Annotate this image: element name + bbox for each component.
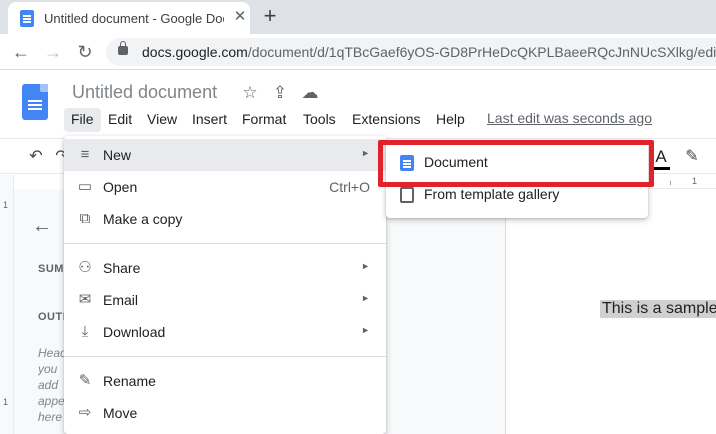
menu-item-label: Open: [103, 179, 138, 195]
menu-item-label: Make a copy: [103, 211, 183, 227]
move-icon: ⇨: [78, 404, 92, 421]
ruler-number: 1: [692, 176, 698, 186]
file-menu: ≡ New ► ▭ Open Ctrl+O ⧉ Make a copy ⚇ Sh…: [64, 136, 386, 434]
star-icon[interactable]: ☆: [240, 83, 260, 103]
menu-item-label: Share: [103, 260, 141, 276]
menu-extensions[interactable]: Extensions: [345, 108, 427, 132]
url-path: /document/d/1qTBcGaef6yOS-GD8PrHeDcQKPLB…: [247, 44, 716, 60]
template-gallery-icon: [400, 187, 414, 203]
file-menu-item-rename[interactable]: ✎ Rename: [64, 365, 386, 397]
menu-item-label: Download: [103, 324, 166, 340]
file-menu-item-share[interactable]: ⚇ Share ►: [64, 252, 386, 284]
document-text[interactable]: This is a sample: [600, 300, 716, 318]
address-bar[interactable]: docs.google.com/document/d/1qTBcGaef6yOS…: [106, 38, 716, 66]
menu-view[interactable]: View: [140, 108, 184, 132]
download-icon: ⤓: [81, 323, 89, 340]
browser-tab[interactable]: Untitled document - Google Docs ✕: [8, 2, 250, 34]
submenu-arrow-icon: ►: [361, 325, 370, 335]
ruler-number: 1: [3, 397, 9, 407]
cloud-status-icon[interactable]: ☁: [300, 83, 320, 103]
text-color-swatch: [652, 167, 670, 170]
menu-edit[interactable]: Edit: [101, 108, 139, 132]
last-edit-link[interactable]: Last edit was seconds ago: [487, 110, 652, 126]
menu-help[interactable]: Help: [429, 108, 472, 132]
new-document-icon: ≡: [80, 146, 90, 163]
file-menu-item-move[interactable]: ⇨ Move: [64, 397, 386, 429]
annotation-highlight-box: [378, 140, 654, 187]
text-color-icon[interactable]: A: [651, 147, 671, 167]
undo-icon[interactable]: ↶: [26, 147, 46, 167]
docs-favicon-icon: [20, 10, 34, 27]
file-menu-item-download[interactable]: ⤓ Download ►: [64, 316, 386, 348]
tab-title: Untitled document - Google Docs: [44, 11, 224, 26]
menu-item-label: Rename: [103, 373, 156, 389]
url-host: docs.google.com: [142, 44, 248, 60]
browser-tab-strip: Untitled document - Google Docs ✕ +: [0, 0, 716, 34]
docs-logo-icon[interactable]: [22, 84, 48, 120]
url-text[interactable]: docs.google.com/document/d/1qTBcGaef6yOS…: [142, 44, 716, 60]
menu-item-label: Email: [103, 292, 139, 308]
file-menu-item-email[interactable]: ✉ Email ►: [64, 284, 386, 316]
menu-insert[interactable]: Insert: [185, 108, 234, 132]
menu-item-label: New: [103, 147, 132, 163]
file-menu-item-make-a-copy[interactable]: ⧉ Make a copy: [64, 203, 386, 235]
menu-tools[interactable]: Tools: [296, 108, 343, 132]
back-button[interactable]: ←: [10, 41, 32, 63]
vertical-ruler[interactable]: 1 1: [0, 175, 14, 434]
forward-button[interactable]: →: [42, 41, 64, 63]
submenu-item-label: From template gallery: [424, 186, 560, 202]
copy-icon: ⧉: [79, 210, 91, 227]
menu-format[interactable]: Format: [235, 108, 293, 132]
outline-back-icon[interactable]: ←: [32, 215, 52, 238]
highlight-color-icon[interactable]: ✎: [682, 147, 702, 167]
move-folder-icon[interactable]: ⇪: [270, 83, 290, 103]
menu-item-label: Move: [103, 405, 138, 421]
menu-separator: [64, 356, 386, 357]
submenu-arrow-icon: ►: [361, 293, 370, 303]
submenu-arrow-icon: ►: [361, 261, 370, 271]
folder-icon: ▭: [77, 178, 93, 195]
rename-icon: ✎: [78, 372, 92, 389]
menu-item-shortcut: Ctrl+O: [329, 179, 370, 195]
new-tab-button[interactable]: +: [259, 5, 281, 27]
share-icon: ⚇: [78, 259, 92, 276]
address-bar-row: ← → ↻ docs.google.com/document/d/1qTBcGa…: [0, 34, 716, 70]
submenu-arrow-icon: ►: [361, 148, 370, 158]
reload-button[interactable]: ↻: [74, 41, 96, 63]
lock-icon[interactable]: [118, 41, 128, 55]
ruler-tick: [670, 181, 671, 185]
menu-file[interactable]: File: [64, 108, 101, 132]
file-menu-item-new[interactable]: ≡ New ►: [64, 139, 386, 171]
ruler-number: 1: [3, 200, 9, 210]
file-menu-item-open[interactable]: ▭ Open Ctrl+O: [64, 171, 386, 203]
email-icon: ✉: [78, 291, 92, 308]
document-title[interactable]: Untitled document: [72, 82, 217, 103]
close-icon[interactable]: ✕: [230, 7, 250, 27]
menu-separator: [64, 243, 386, 244]
